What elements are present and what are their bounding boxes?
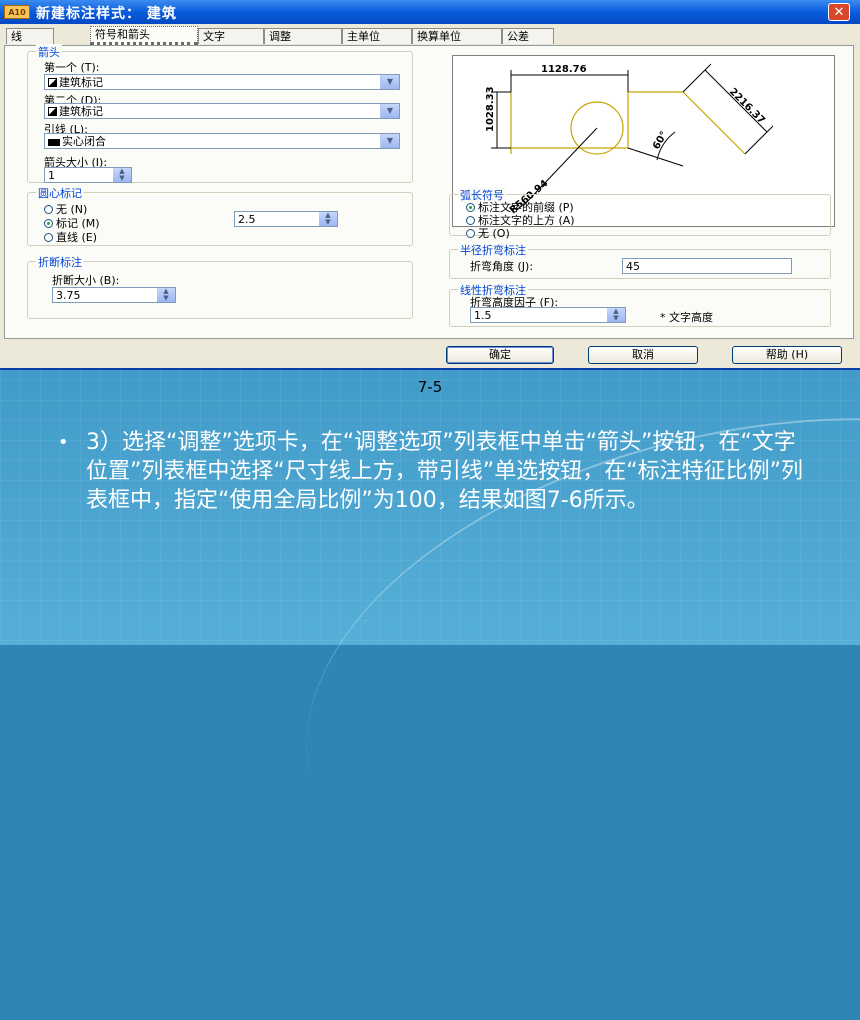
- app-icon: A10: [4, 5, 30, 19]
- tab-text[interactable]: 文字: [198, 28, 264, 44]
- radio-icon: [44, 205, 53, 214]
- spinner-arrows-icon[interactable]: ▲ ▼: [113, 168, 131, 182]
- closed-filled-arrow-icon: [48, 139, 60, 146]
- arrow-size-spinner[interactable]: 1 ▲ ▼: [44, 167, 132, 183]
- spinner-arrows-icon[interactable]: ▲ ▼: [319, 212, 337, 226]
- spinner-arrows-icon[interactable]: ▲ ▼: [607, 308, 625, 322]
- chevron-down-icon[interactable]: ▼: [380, 134, 399, 148]
- arc-none-label: 无 (O): [478, 227, 510, 240]
- leader-value: 实心闭合: [62, 135, 106, 148]
- window-title: 新建标注样式： 建筑: [36, 6, 177, 22]
- center-mark-size-value: 2.5: [238, 213, 256, 226]
- cancel-button[interactable]: 取消: [588, 346, 698, 364]
- chevron-down-icon[interactable]: ▼: [380, 104, 399, 118]
- jog-height-value: 1.5: [474, 309, 492, 322]
- tab-fit[interactable]: 调整: [264, 28, 342, 44]
- first-arrow-select[interactable]: 建筑标记 ▼: [44, 74, 400, 90]
- architectural-tick-icon: [48, 78, 57, 87]
- architectural-tick-icon: [48, 107, 57, 116]
- first-arrow-label: 第一个 (T):: [44, 61, 100, 74]
- arrowheads-group: 箭头 第一个 (T): 建筑标记 ▼ 第二个 (D): 建筑标记 ▼ 引线 (L…: [27, 44, 413, 183]
- text-height-suffix: * 文字高度: [660, 311, 713, 324]
- radio-icon: [466, 229, 475, 238]
- linear-jog-group: 线性折弯标注 折弯高度因子 (F): 1.5 ▲ ▼ * 文字高度: [449, 282, 831, 327]
- dim-left-text: 1028.33: [485, 86, 496, 132]
- break-size-spinner[interactable]: 3.75 ▲ ▼: [52, 287, 176, 303]
- arc-length-group: 弧长符号 标注文字的前缀 (P) 标注文字的上方 (A) 无 (O): [449, 187, 831, 240]
- center-mark-line-label: 直线 (E): [56, 231, 98, 244]
- arrow-size-value: 1: [48, 169, 55, 182]
- radio-selected-icon: [44, 219, 53, 228]
- tab-panel: 箭头 第一个 (T): 建筑标记 ▼ 第二个 (D): 建筑标记 ▼ 引线 (L…: [4, 44, 854, 339]
- leader-select[interactable]: 实心闭合 ▼: [44, 133, 400, 149]
- tab-alternate-units[interactable]: 换算单位: [412, 28, 502, 44]
- help-button[interactable]: 帮助 (H): [732, 346, 842, 364]
- center-mark-size-spinner[interactable]: 2.5 ▲ ▼: [234, 211, 338, 227]
- spinner-arrows-icon[interactable]: ▲ ▼: [157, 288, 175, 302]
- tab-tolerances[interactable]: 公差: [502, 28, 554, 44]
- radius-jog-group: 半径折弯标注 折弯角度 (J): 45: [449, 242, 831, 279]
- dim-right-text: 2216.37: [727, 86, 767, 126]
- close-button[interactable]: ✕: [828, 3, 850, 21]
- radius-jog-legend: 半径折弯标注: [458, 242, 528, 258]
- radio-icon: [466, 216, 475, 225]
- dim-top-text: 1128.76: [541, 64, 587, 75]
- chevron-down-icon[interactable]: ▼: [380, 75, 399, 89]
- jog-angle-label: 折弯角度 (J):: [470, 260, 534, 273]
- jog-height-spinner[interactable]: 1.5 ▲ ▼: [470, 307, 626, 323]
- bullet-icon: •: [58, 432, 69, 453]
- ok-button[interactable]: 确定: [446, 346, 554, 364]
- arrowheads-legend: 箭头: [36, 44, 62, 60]
- center-mark-line-radio[interactable]: 直线 (E): [44, 229, 97, 245]
- center-marks-legend: 圆心标记: [36, 185, 84, 201]
- figure-caption: 7-5: [417, 378, 443, 396]
- dimension-style-dialog: A10 新建标注样式： 建筑 ✕ 线 符号和箭头 文字 调整 主单位 换算单位 …: [0, 0, 860, 370]
- angle-text: 60°: [651, 130, 670, 152]
- title-bar[interactable]: A10 新建标注样式： 建筑 ✕: [0, 0, 860, 24]
- dimension-break-group: 折断标注 折断大小 (B): 3.75 ▲ ▼: [27, 254, 413, 319]
- center-marks-group: 圆心标记 无 (N) 标记 (M) 直线 (E) 2.5 ▲ ▼: [27, 185, 413, 246]
- preview-dimensions: [491, 63, 774, 207]
- second-arrow-select[interactable]: 建筑标记 ▼: [44, 103, 400, 119]
- break-size-label: 折断大小 (B):: [52, 274, 120, 287]
- second-arrow-value: 建筑标记: [59, 105, 103, 118]
- jog-angle-input[interactable]: 45: [622, 258, 792, 274]
- first-arrow-value: 建筑标记: [59, 76, 103, 89]
- tab-primary-units[interactable]: 主单位: [342, 28, 412, 44]
- break-size-value: 3.75: [56, 289, 81, 302]
- tab-lines[interactable]: 线: [6, 28, 54, 44]
- dimension-break-legend: 折断标注: [36, 254, 84, 270]
- arc-none-radio[interactable]: 无 (O): [466, 225, 510, 241]
- radio-selected-icon: [466, 203, 475, 212]
- radio-icon: [44, 233, 53, 242]
- slide-body-text: 3）选择“调整”选项卡，在“调整选项”列表框中单击“箭头”按钮，在“文字位置”列…: [86, 430, 803, 513]
- tab-symbols-arrows[interactable]: 符号和箭头: [90, 26, 198, 45]
- preview-shape: [510, 91, 746, 155]
